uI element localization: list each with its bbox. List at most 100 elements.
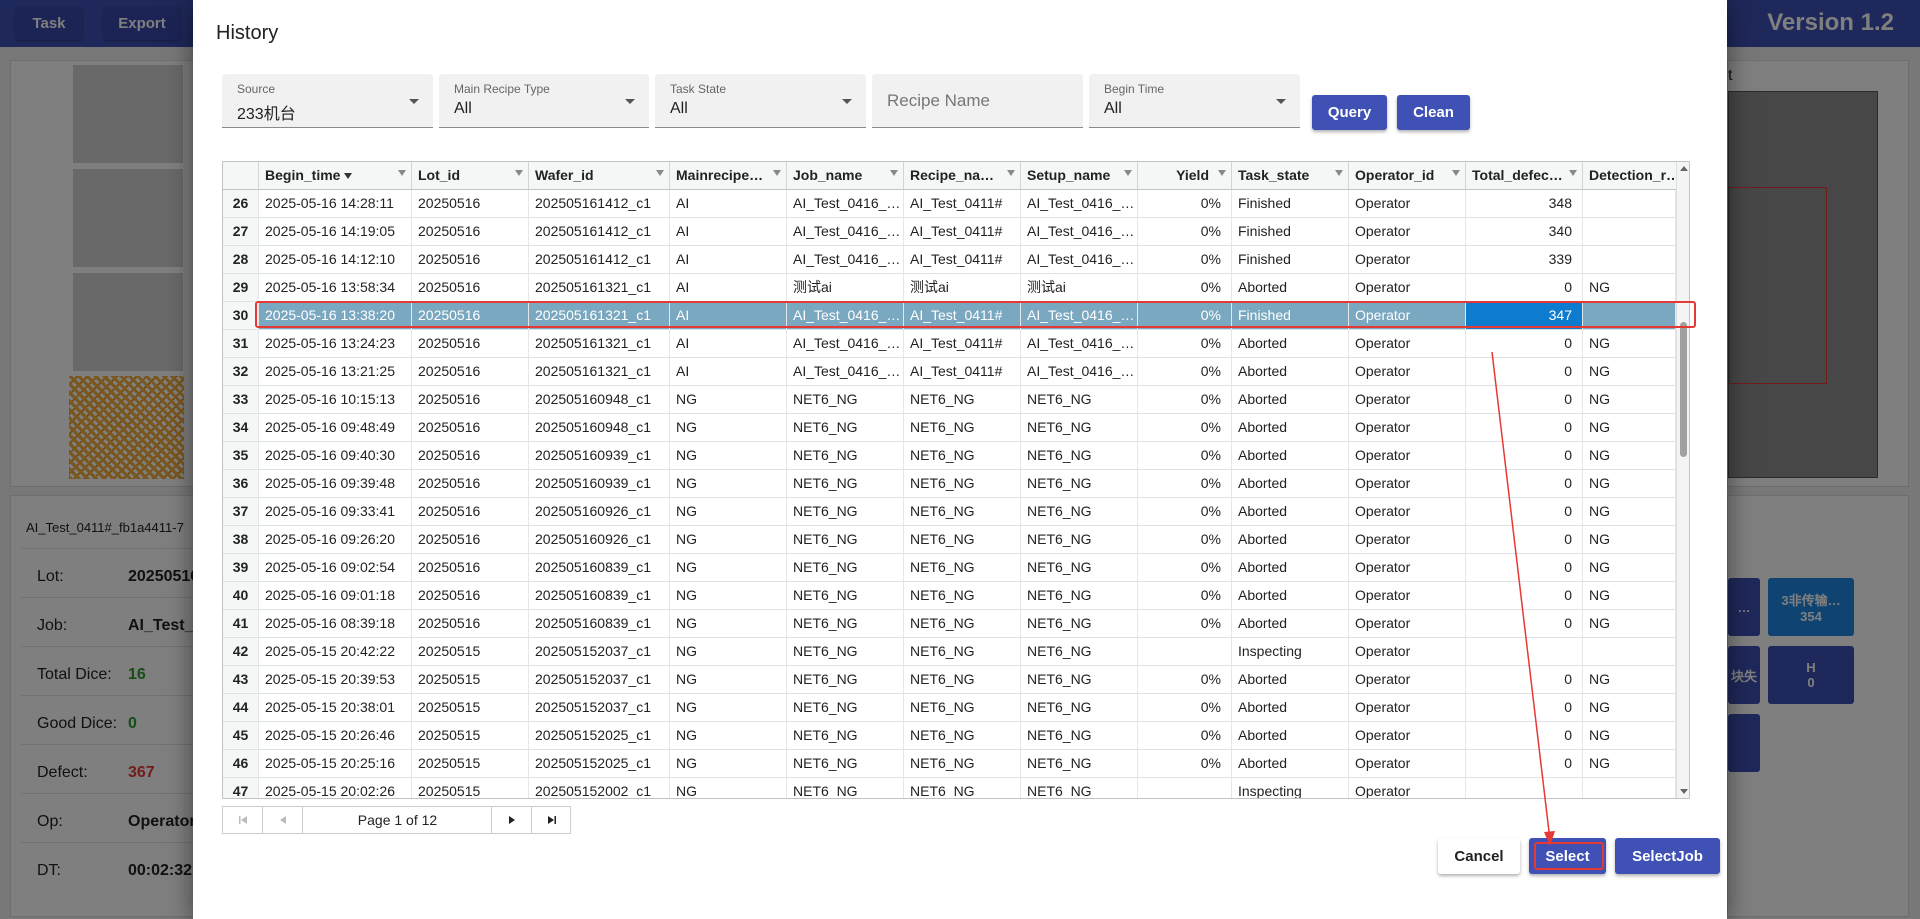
begin-time-select[interactable]: Begin Time All	[1089, 74, 1300, 128]
table-row[interactable]: 31 2025-05-16 13:24:23 20250516 20250516132…	[223, 330, 1676, 358]
setup-name-cell: NET6_NG	[1021, 554, 1138, 581]
detection-result-cell: NG	[1583, 610, 1676, 637]
scrollbar-thumb[interactable]	[1680, 322, 1687, 457]
table-row[interactable]: 34 2025-05-16 09:48:49 20250516 20250516094…	[223, 414, 1676, 442]
recipe-name-input[interactable]: Recipe Name	[872, 74, 1083, 128]
operator-id-cell: Operator	[1349, 414, 1466, 441]
row-number-cell: 33	[223, 386, 259, 413]
chevron-down-icon	[1276, 99, 1286, 104]
total-defects-cell: 0	[1466, 722, 1583, 749]
scroll-down-icon[interactable]	[1680, 789, 1688, 794]
filter-icon[interactable]	[1124, 170, 1132, 176]
yield-cell	[1138, 638, 1232, 665]
cancel-button[interactable]: Cancel	[1438, 838, 1520, 874]
table-row[interactable]: 45 2025-05-15 20:26:46 20250515 20250515202…	[223, 722, 1676, 750]
first-page-button[interactable]	[223, 807, 263, 833]
table-row[interactable]: 26 2025-05-16 14:28:11 20250516 20250516141…	[223, 190, 1676, 218]
detection-result-cell: NG	[1583, 386, 1676, 413]
query-button[interactable]: Query	[1312, 95, 1387, 130]
main-recipe-type-select[interactable]: Main Recipe Type All	[439, 74, 649, 128]
filter-icon[interactable]	[1569, 170, 1577, 176]
begin-time-cell: 2025-05-16 13:21:25	[259, 358, 412, 385]
begin-time-cell: 2025-05-16 13:24:23	[259, 330, 412, 357]
recipe-name-cell: NET6_NG	[904, 470, 1021, 497]
mainrecipe-cell: NG	[670, 582, 787, 609]
table-row[interactable]: 29 2025-05-16 13:58:34 20250516 20250516132…	[223, 274, 1676, 302]
select-button[interactable]: Select	[1529, 838, 1606, 874]
table-row[interactable]: 36 2025-05-16 09:39:48 20250516 20250516093…	[223, 470, 1676, 498]
header-lot-id[interactable]: Lot_id	[412, 162, 529, 189]
operator-id-cell: Operator	[1349, 526, 1466, 553]
recipe-name-cell: NET6_NG	[904, 694, 1021, 721]
filter-icon[interactable]	[1335, 170, 1343, 176]
mainrecipe-cell: NG	[670, 722, 787, 749]
table-row[interactable]: 39 2025-05-16 09:02:54 20250516 20250516083…	[223, 554, 1676, 582]
header-detection-result[interactable]: Detection_r…	[1583, 162, 1689, 189]
last-page-button[interactable]	[532, 807, 572, 833]
header-mainrecipe[interactable]: Mainrecipe…	[670, 162, 787, 189]
next-page-button[interactable]	[492, 807, 532, 833]
filter-icon[interactable]	[398, 170, 406, 176]
task-state-cell: Aborted	[1232, 386, 1349, 413]
table-row[interactable]: 28 2025-05-16 14:12:10 20250516 20250516141…	[223, 246, 1676, 274]
filter-icon[interactable]	[656, 170, 664, 176]
scroll-up-icon[interactable]	[1680, 166, 1688, 171]
filter-icon[interactable]	[515, 170, 523, 176]
table-row[interactable]: 27 2025-05-16 14:19:05 20250516 20250516141…	[223, 218, 1676, 246]
table-row[interactable]: 44 2025-05-15 20:38:01 20250515 20250515203…	[223, 694, 1676, 722]
table-row[interactable]: 33 2025-05-16 10:15:13 20250516 20250516094…	[223, 386, 1676, 414]
row-number-cell: 44	[223, 694, 259, 721]
recipe-name-cell: NET6_NG	[904, 666, 1021, 693]
job-name-cell: NET6_NG	[787, 694, 904, 721]
setup-name-cell: AI_Test_0416_…	[1021, 330, 1138, 357]
setup-name-cell: NET6_NG	[1021, 694, 1138, 721]
table-row[interactable]: 35 2025-05-16 09:40:30 20250516 20250516093…	[223, 442, 1676, 470]
header-setup-name[interactable]: Setup_name	[1021, 162, 1138, 189]
table-row[interactable]: 40 2025-05-16 09:01:18 20250516 20250516083…	[223, 582, 1676, 610]
history-grid: Begin_time Lot_id Wafer_id Mainrecipe… J…	[222, 161, 1690, 799]
yield-cell: 0%	[1138, 246, 1232, 273]
row-number-cell: 41	[223, 610, 259, 637]
table-row[interactable]: 43 2025-05-15 20:39:53 20250515 20250515203…	[223, 666, 1676, 694]
header-operator-id[interactable]: Operator_id	[1349, 162, 1466, 189]
wafer-id-cell: 202505161321_c1	[529, 358, 670, 385]
job-name-cell: AI_Test_0416_…	[787, 302, 904, 329]
filter-icon[interactable]	[1452, 170, 1460, 176]
table-row[interactable]: 46 2025-05-15 20:25:16 20250515 20250515202…	[223, 750, 1676, 778]
begin-time-cell: 2025-05-16 09:01:18	[259, 582, 412, 609]
source-select[interactable]: Source 233机台	[222, 74, 433, 128]
select-job-button[interactable]: SelectJob	[1615, 838, 1720, 874]
table-row[interactable]: 41 2025-05-16 08:39:18 20250516 20250516083…	[223, 610, 1676, 638]
header-total-defects[interactable]: Total_defec…	[1466, 162, 1583, 189]
begin-time-cell: 2025-05-15 20:25:16	[259, 750, 412, 777]
total-defects-cell: 0	[1466, 386, 1583, 413]
filter-icon[interactable]	[890, 170, 898, 176]
header-wafer-id[interactable]: Wafer_id	[529, 162, 670, 189]
header-job-name[interactable]: Job_name	[787, 162, 904, 189]
table-row[interactable]: 37 2025-05-16 09:33:41 20250516 20250516092…	[223, 498, 1676, 526]
filter-icon[interactable]	[1218, 170, 1226, 176]
filter-icon[interactable]	[773, 170, 781, 176]
table-row[interactable]: 32 2025-05-16 13:21:25 20250516 20250516132…	[223, 358, 1676, 386]
prev-page-button[interactable]	[263, 807, 303, 833]
table-row[interactable]: 30 2025-05-16 13:38:20 20250516 20250516132…	[223, 302, 1676, 330]
lot-id-cell: 20250516	[412, 498, 529, 525]
job-name-cell: NET6_NG	[787, 610, 904, 637]
task-state-select[interactable]: Task State All	[655, 74, 866, 128]
lot-id-cell: 20250516	[412, 274, 529, 301]
vertical-scrollbar[interactable]	[1676, 162, 1689, 798]
table-row[interactable]: 42 2025-05-15 20:42:22 20250515 20250515203…	[223, 638, 1676, 666]
header-begin-time[interactable]: Begin_time	[259, 162, 412, 189]
next-page-icon	[508, 816, 515, 824]
header-recipe-name[interactable]: Recipe_na…	[904, 162, 1021, 189]
job-name-cell: NET6_NG	[787, 722, 904, 749]
header-task-state[interactable]: Task_state	[1232, 162, 1349, 189]
header-yield[interactable]: Yield	[1138, 162, 1232, 189]
first-page-icon	[238, 816, 247, 824]
mainrecipe-cell: NG	[670, 610, 787, 637]
task-state-cell: Inspecting	[1232, 638, 1349, 665]
table-row[interactable]: 38 2025-05-16 09:26:20 20250516 20250516092…	[223, 526, 1676, 554]
filter-icon[interactable]	[1007, 170, 1015, 176]
table-row[interactable]: 47 2025-05-15 20:02:26 20250515 20250515200…	[223, 778, 1676, 798]
clean-button[interactable]: Clean	[1397, 95, 1470, 130]
